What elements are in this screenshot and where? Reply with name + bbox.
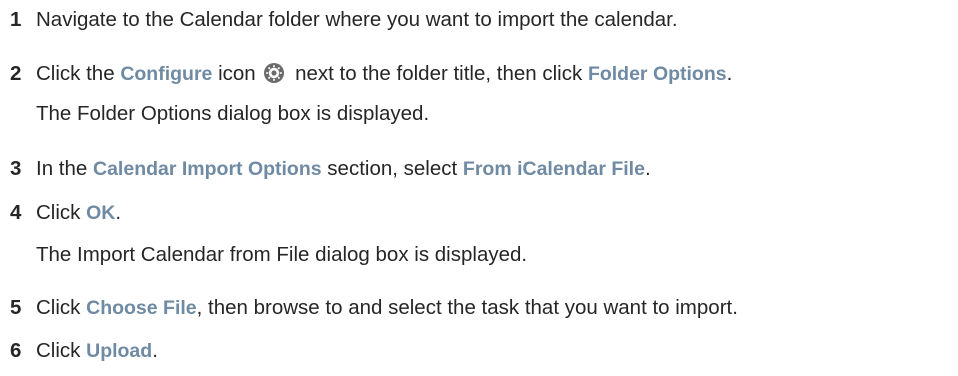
step-text: Navigate to the Calendar folder where yo…: [36, 8, 678, 31]
from-icalendar-file-label: From iCalendar File: [462, 158, 645, 180]
step-text: Click Choose File, then browse to and se…: [36, 296, 738, 319]
step-result-text: The Folder Options dialog box is display…: [36, 102, 430, 125]
step-number: 4: [10, 201, 22, 224]
step-number: 2: [10, 62, 22, 85]
gear-icon: [263, 62, 285, 84]
ok-label: OK: [86, 202, 116, 224]
step-number: 6: [10, 339, 22, 362]
procedure-steps: 1 Navigate to the Calendar folder where …: [0, 0, 958, 376]
step-text: Click Upload.: [36, 339, 158, 362]
step-result-text: The Import Calendar from File dialog box…: [36, 243, 528, 266]
choose-file-label: Choose File: [86, 297, 197, 319]
upload-label: Upload: [86, 340, 153, 362]
step-text: Click OK.: [36, 201, 122, 224]
step-text: Click the Configure icon next to the fol…: [36, 62, 733, 85]
step-text: In the Calendar Import Options section, …: [36, 157, 651, 180]
step-number: 1: [10, 8, 22, 31]
step-number: 3: [10, 157, 22, 180]
step-number: 5: [10, 296, 22, 319]
folder-options-label: Folder Options: [587, 63, 727, 85]
calendar-import-options-label: Calendar Import Options: [93, 158, 322, 180]
configure-label: Configure: [120, 63, 213, 85]
